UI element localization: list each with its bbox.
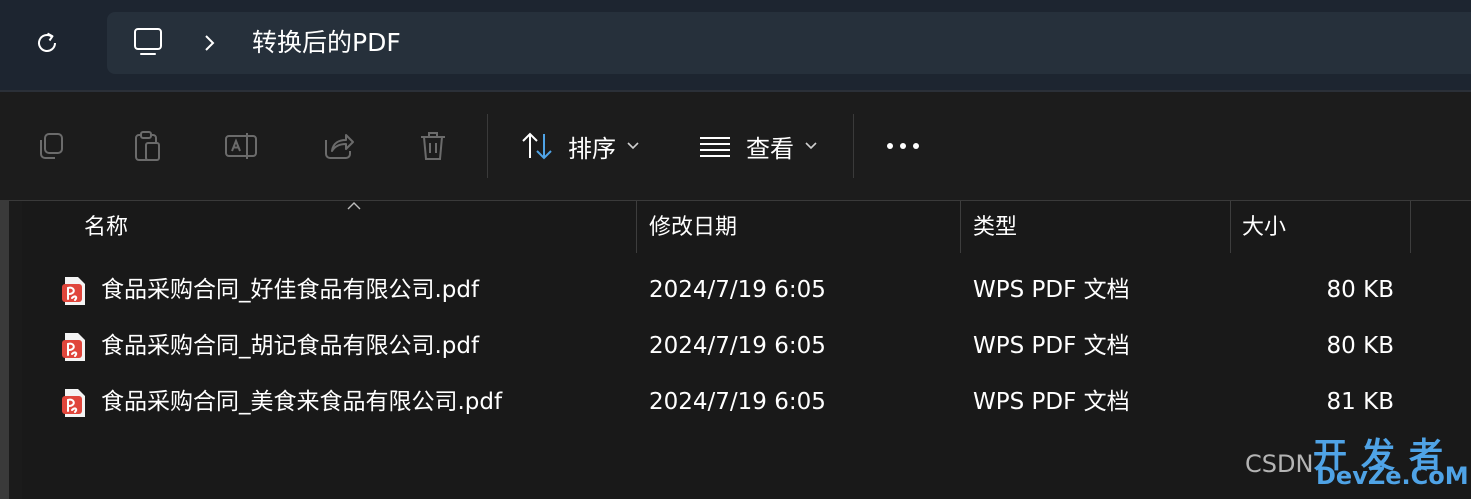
column-header-name[interactable]: 名称 xyxy=(84,201,128,253)
file-modified: 2024/7/19 6:05 xyxy=(649,277,826,303)
copy-button[interactable] xyxy=(33,128,69,164)
chevron-down-icon xyxy=(627,142,639,150)
file-size: 80 KB xyxy=(1326,277,1394,303)
share-button[interactable] xyxy=(321,128,357,164)
watermark-csdn: CSDN xyxy=(1245,450,1314,478)
chevron-right-icon[interactable] xyxy=(200,32,218,54)
column-header-row: 名称 修改日期 类型 大小 xyxy=(22,201,1471,253)
toolbar-separator xyxy=(853,114,854,178)
pdf-file-icon xyxy=(62,277,85,305)
column-header-modified[interactable]: 修改日期 xyxy=(649,201,737,253)
view-list-icon xyxy=(700,137,730,157)
paste-button[interactable] xyxy=(129,128,165,164)
command-toolbar: 排序 查看 xyxy=(0,92,1471,201)
sort-icon xyxy=(522,132,552,160)
breadcrumb-current-folder[interactable]: 转换后的PDF xyxy=(252,26,401,60)
share-icon xyxy=(325,134,354,159)
file-row[interactable]: 食品采购合同_好佳食品有限公司.pdf 2024/7/19 6:05 WPS P… xyxy=(22,262,1471,318)
column-divider[interactable] xyxy=(960,201,961,253)
file-row[interactable]: 食品采购合同_胡记食品有限公司.pdf 2024/7/19 6:05 WPS P… xyxy=(22,318,1471,374)
column-header-type[interactable]: 类型 xyxy=(973,201,1017,253)
delete-icon xyxy=(421,132,445,160)
address-box[interactable]: 转换后的PDF xyxy=(107,12,1471,74)
sort-label: 排序 xyxy=(568,134,616,163)
file-size: 80 KB xyxy=(1326,333,1394,359)
file-type: WPS PDF 文档 xyxy=(973,277,1130,303)
file-modified: 2024/7/19 6:05 xyxy=(649,333,826,359)
file-type: WPS PDF 文档 xyxy=(973,333,1130,359)
navigation-pane-scrollbar[interactable] xyxy=(0,201,9,499)
file-name: 食品采购合同_胡记食品有限公司.pdf xyxy=(101,333,480,359)
watermark-domain: DevZe.CoM xyxy=(1316,462,1469,490)
refresh-button[interactable] xyxy=(28,26,66,60)
view-label: 查看 xyxy=(746,134,794,163)
refresh-icon xyxy=(38,32,56,52)
rename-icon xyxy=(225,133,257,159)
rename-button[interactable] xyxy=(223,128,259,164)
column-divider[interactable] xyxy=(636,201,637,253)
column-divider[interactable] xyxy=(1230,201,1231,253)
view-menu-button[interactable]: 查看 xyxy=(698,126,818,166)
file-size: 81 KB xyxy=(1326,389,1394,415)
paste-icon xyxy=(135,131,160,161)
file-row[interactable]: 食品采购合同_美食来食品有限公司.pdf 2024/7/19 6:05 WPS … xyxy=(22,374,1471,430)
file-name: 食品采购合同_好佳食品有限公司.pdf xyxy=(101,277,480,303)
address-bar-region: 转换后的PDF xyxy=(0,0,1471,90)
pdf-file-icon xyxy=(62,389,85,417)
file-type: WPS PDF 文档 xyxy=(973,389,1130,415)
sort-menu-button[interactable]: 排序 xyxy=(520,126,640,166)
delete-button[interactable] xyxy=(415,128,451,164)
pane-gap xyxy=(9,201,22,499)
toolbar-separator xyxy=(487,114,488,178)
file-name: 食品采购合同_美食来食品有限公司.pdf xyxy=(101,389,503,415)
column-divider[interactable] xyxy=(1410,201,1411,253)
more-options-button[interactable] xyxy=(884,132,922,160)
copy-icon xyxy=(40,133,63,159)
this-pc-icon[interactable] xyxy=(131,26,165,58)
file-modified: 2024/7/19 6:05 xyxy=(649,389,826,415)
chevron-down-icon xyxy=(805,142,817,150)
pdf-file-icon xyxy=(62,333,85,361)
column-header-size[interactable]: 大小 xyxy=(1242,201,1286,253)
more-icon xyxy=(887,143,919,149)
